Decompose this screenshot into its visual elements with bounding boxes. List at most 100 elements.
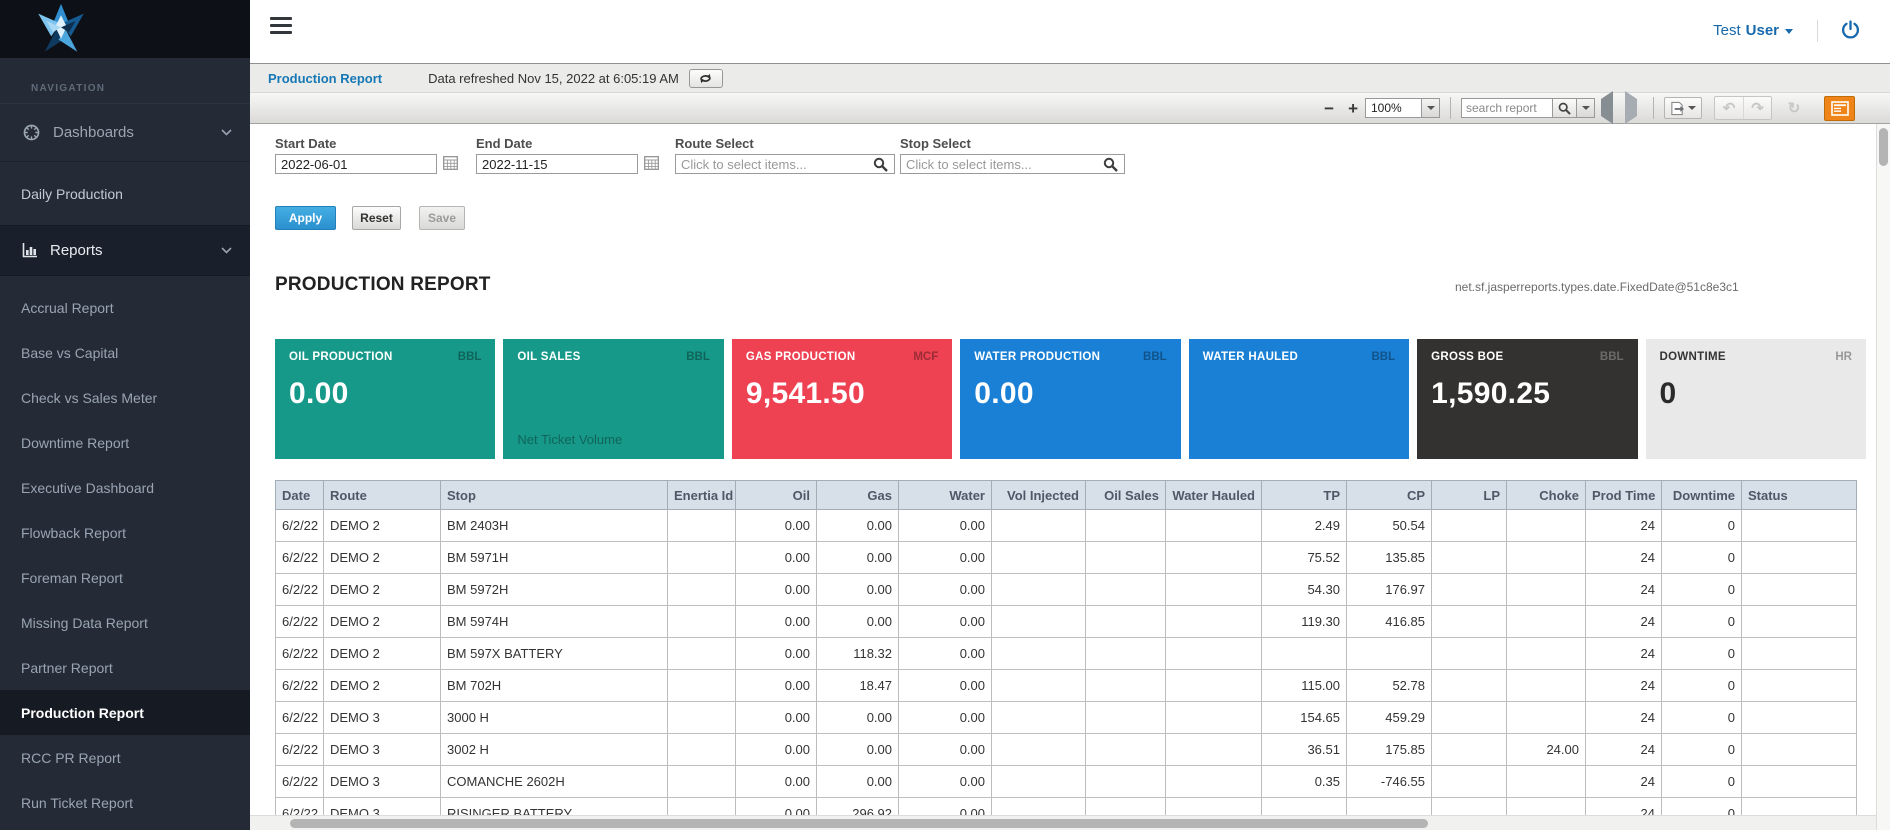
sidebar-item-partner-report[interactable]: Partner Report (0, 645, 250, 690)
cell-water-hauled (1166, 670, 1262, 702)
cell-cp: -746.55 (1347, 766, 1432, 798)
cell-prod-time: 24 (1586, 638, 1662, 670)
cell-oil: 0.00 (736, 638, 817, 670)
cell-lp (1432, 510, 1507, 542)
stop-select-search-icon[interactable] (1103, 157, 1118, 177)
sidebar-item-flowback-report[interactable]: Flowback Report (0, 510, 250, 555)
cell-tp (1262, 638, 1347, 670)
horizontal-scrollbar-thumb[interactable] (290, 819, 1428, 828)
cell-oil: 0.00 (736, 702, 817, 734)
table-row: 6/2/22DEMO 3COMANCHE 2602H0.000.000.000.… (276, 766, 1857, 798)
sidebar-item-run-ticket-report[interactable]: Run Ticket Report (0, 780, 250, 825)
zoom-level-select[interactable]: 100% (1365, 98, 1422, 118)
cell-water-hauled (1166, 638, 1262, 670)
report-heading: PRODUCTION REPORT (275, 274, 491, 296)
search-report-input[interactable] (1461, 98, 1553, 118)
sidebar-item-production-report[interactable]: Production Report (0, 690, 250, 735)
kpi-value: 0.00 (289, 377, 481, 411)
start-date-input[interactable] (275, 154, 437, 174)
horizontal-scrollbar[interactable] (250, 815, 1876, 830)
calendar-icon (443, 156, 458, 170)
sidebar-item-executive-dashboard[interactable]: Executive Dashboard (0, 465, 250, 510)
apply-button[interactable]: Apply (275, 206, 336, 230)
app-logo[interactable] (0, 0, 250, 58)
save-button[interactable]: Save (419, 206, 465, 230)
end-date-input[interactable] (476, 154, 638, 174)
cell-status (1742, 702, 1857, 734)
cell-choke (1507, 542, 1586, 574)
refresh-button[interactable] (689, 69, 723, 88)
refresh-icon (698, 73, 713, 84)
revert-button[interactable]: ↻ (1780, 97, 1808, 119)
sidebar-item-base-vs-capital[interactable]: Base vs Capital (0, 330, 250, 375)
cell-date: 6/2/22 (276, 702, 324, 734)
cell-status (1742, 766, 1857, 798)
vertical-scrollbar[interactable] (1876, 124, 1890, 830)
sidebar-item-foreman-report[interactable]: Foreman Report (0, 555, 250, 600)
report-options-button[interactable] (1824, 96, 1855, 121)
zoom-level-dropdown-button[interactable] (1422, 98, 1440, 118)
sidebar-item-reports[interactable]: Reports (0, 225, 250, 276)
kpi-title: OIL PRODUCTION (289, 351, 393, 363)
sidebar-item-downtime-report[interactable]: Downtime Report (0, 420, 250, 465)
cell-stop: BM 5972H (441, 574, 668, 606)
zoom-in-button[interactable]: + (1341, 100, 1365, 117)
cell-prod-time: 24 (1586, 670, 1662, 702)
cell-oil-sales (1086, 638, 1166, 670)
hamburger-menu-icon[interactable] (270, 17, 292, 34)
route-select-search-icon[interactable] (873, 157, 888, 177)
route-select-input[interactable] (675, 154, 895, 174)
cell-water-hauled (1166, 798, 1262, 816)
zoom-out-button[interactable]: − (1317, 100, 1341, 117)
redo-button[interactable]: ↷ (1743, 97, 1771, 119)
kpi-card-water-hauled: WATER HAULEDBBL (1189, 339, 1409, 459)
breadcrumb-title[interactable]: Production Report (268, 71, 382, 86)
sidebar-item-daily-production[interactable]: Daily Production (0, 161, 250, 225)
cell-stop: RISINGER BATTERY (441, 798, 668, 816)
cell-water-hauled (1166, 702, 1262, 734)
cell-choke (1507, 798, 1586, 816)
next-page-button[interactable] (1625, 99, 1637, 117)
user-menu[interactable]: Test User (1713, 22, 1793, 39)
reset-button[interactable]: Reset (352, 206, 401, 230)
cell-oil-sales (1086, 574, 1166, 606)
cell-status (1742, 606, 1857, 638)
kpi-unit: BBL (458, 351, 482, 363)
kpi-title: WATER PRODUCTION (974, 351, 1100, 363)
stop-select-label: Stop Select (900, 136, 971, 151)
cell-vol-injected (992, 542, 1086, 574)
chevron-down-icon (1582, 106, 1590, 110)
vertical-scrollbar-thumb[interactable] (1879, 128, 1888, 166)
cell-stop: BM 5974H (441, 606, 668, 638)
user-first-name: Test (1713, 22, 1741, 39)
kpi-title: WATER HAULED (1203, 351, 1298, 363)
sidebar-item-missing-data-report[interactable]: Missing Data Report (0, 600, 250, 645)
cell-tp (1262, 798, 1347, 816)
start-date-calendar-button[interactable] (442, 156, 459, 173)
table-row: 6/2/22DEMO 33002 H0.000.000.0036.51175.8… (276, 734, 1857, 766)
cell-water-hauled (1166, 510, 1262, 542)
kpi-unit: BBL (1143, 351, 1167, 363)
cell-water: 0.00 (899, 702, 992, 734)
column-header-oil-sales: Oil Sales (1086, 481, 1166, 510)
sidebar-item-check-vs-sales-meter[interactable]: Check vs Sales Meter (0, 375, 250, 420)
cell-prod-time: 24 (1586, 734, 1662, 766)
sidebar-item-dashboards[interactable]: Dashboards (0, 103, 250, 161)
end-date-calendar-button[interactable] (643, 156, 660, 173)
sidebar-item-rcc-pr-report[interactable]: RCC PR Report (0, 735, 250, 780)
cell-gas: 0.00 (817, 510, 899, 542)
search-button[interactable] (1553, 98, 1577, 118)
search-options-dropdown-button[interactable] (1577, 98, 1595, 118)
sidebar-item-accrual-report[interactable]: Accrual Report (0, 285, 250, 330)
end-date-label: End Date (476, 136, 532, 151)
logout-power-button[interactable] (1841, 20, 1860, 44)
column-header-route: Route (324, 481, 441, 510)
undo-button[interactable]: ↶ (1715, 97, 1743, 119)
kpi-subtitle: Net Ticket Volume (517, 432, 622, 447)
cell-downtime: 0 (1662, 574, 1742, 606)
cell-stop: BM 597X BATTERY (441, 638, 668, 670)
previous-page-button[interactable] (1601, 99, 1613, 117)
export-button[interactable] (1664, 97, 1702, 119)
stop-select-input[interactable] (900, 154, 1125, 174)
divider (1450, 97, 1451, 119)
